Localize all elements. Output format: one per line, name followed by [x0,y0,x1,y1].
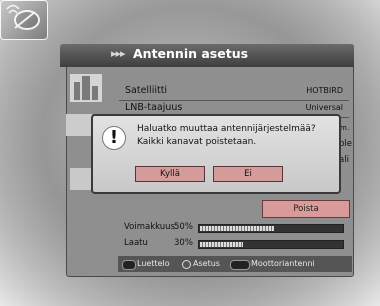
satellite-row[interactable]: Satelliitti HOTBIRD [119,84,347,100]
signal-quality-row: Laatu 30% [120,238,348,251]
motor-button-icon [230,260,250,270]
signal-quality-fill [200,242,243,247]
page-title: Antennin asetus [133,46,249,61]
satellite-dish-icon [0,0,48,40]
dialog-message-line2: Kaikki kanavat poistetaan. [137,137,257,147]
building-icon [70,74,102,102]
signal-quality-value: 30% [174,238,193,248]
signal-quality-label: Laatu [124,238,148,248]
signal-strength-label: Voimakkuus [124,222,175,232]
menu-header: ▸▸▸ Antennin asetus [60,44,354,67]
lnb-frequency-value: Universal [305,103,343,112]
list-hint: Luettelo [137,259,170,268]
satellite-label: Satelliitti [125,85,168,96]
lnb-frequency-label: LNB-taajuus [125,102,183,113]
signal-strength-bar [198,224,344,233]
header-arrows-icon: ▸▸▸ [111,47,126,60]
yes-button[interactable]: Kyllä [135,166,205,182]
no-button[interactable]: Ei [213,166,283,182]
hidden-row-value-1: m. [340,124,350,132]
settings-icon [66,114,92,136]
footer-bar: Luettelo Asetus Moottoriantenni [118,256,352,272]
confirm-dialog: ! Haluatko muuttaa antennijärjestelmää? … [91,114,341,194]
motor-hint: Moottoriantenni [251,259,315,268]
signal-quality-bar [198,240,344,249]
signal-strength-value: 50% [174,222,193,232]
satellite-dish-icon-svg [6,4,40,30]
list-button-icon [122,260,136,270]
signal-strength-fill [200,226,274,231]
setting-dial-icon [182,260,191,269]
warning-icon: ! [102,126,126,150]
delete-button[interactable]: Poista [262,200,350,218]
satellite-value: HOTBIRD [306,86,343,95]
dialog-message-line1: Haluatko muuttaa antennijärjestelmää? [137,124,316,134]
tv-screen: ▸▸▸ Antennin asetus Satelliitti HOTBIRD … [0,0,380,306]
signal-strength-row: Voimakkuus 50% [120,222,348,235]
setting-hint: Asetus [193,259,220,268]
